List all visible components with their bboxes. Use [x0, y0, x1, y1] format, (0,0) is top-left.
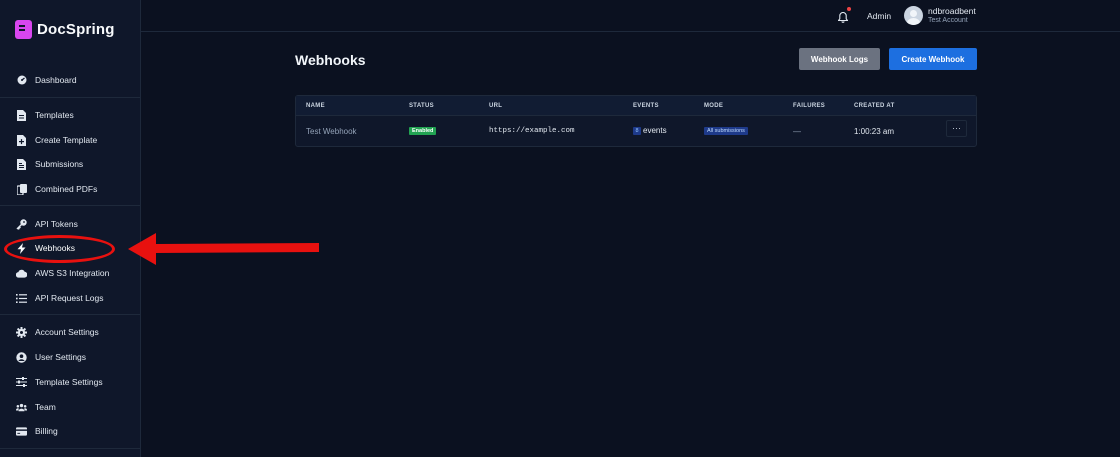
sidebar-item-combined-pdfs[interactable]: Combined PDFs — [0, 178, 140, 200]
file-icon — [16, 109, 27, 121]
sidebar-item-label: Combined PDFs — [35, 184, 98, 194]
sidebar-item-label: Submissions — [35, 159, 84, 169]
sidebar-item-templates[interactable]: Templates — [0, 104, 140, 126]
file-plus-icon — [16, 134, 27, 146]
sidebar-item-api-tokens[interactable]: API Tokens — [0, 213, 140, 235]
created-at-value: 1:00:23 am — [854, 127, 895, 136]
annotation-ellipse — [4, 235, 115, 263]
sidebar-item-label: User Settings — [35, 352, 87, 362]
dashboard-icon — [16, 75, 27, 86]
events-count-badge: 8 — [633, 127, 641, 135]
brand-logo[interactable]: DocSpring — [15, 20, 115, 39]
column-header-name: NAME — [306, 103, 325, 109]
sidebar-item-team[interactable]: Team — [0, 396, 140, 418]
user-name[interactable]: ndbroadbent — [928, 6, 976, 16]
sidebar-item-label: AWS S3 Integration — [35, 268, 110, 278]
page-title: Webhooks — [295, 52, 366, 68]
annotation-arrow-icon — [128, 233, 319, 265]
sidebar-item-dashboard[interactable]: Dashboard — [0, 69, 140, 91]
sidebar-item-user-settings[interactable]: User Settings — [0, 346, 140, 368]
list-icon — [16, 293, 27, 304]
column-header-url: URL — [489, 103, 503, 109]
column-header-created-at: CREATED AT — [854, 103, 895, 109]
sidebar-item-label: Create Template — [35, 135, 98, 145]
sidebar-item-label: Account Settings — [35, 327, 99, 337]
brand-name: DocSpring — [37, 21, 115, 38]
sidebar-item-label: Template Settings — [35, 377, 103, 387]
sidebar-item-label: Team — [35, 402, 56, 412]
column-header-status: STATUS — [409, 103, 434, 109]
mode-badge: All submissions — [704, 127, 748, 135]
users-icon — [16, 402, 27, 413]
top-bar — [141, 0, 1120, 32]
notification-dot — [847, 7, 851, 11]
sidebar-item-label: Dashboard — [35, 75, 77, 85]
credit-card-icon — [16, 426, 27, 437]
webhooks-table: NAME STATUS URL EVENTS MODE FAILURES CRE… — [295, 95, 977, 147]
sidebar-item-api-request-logs[interactable]: API Request Logs — [0, 287, 140, 309]
sidebar-item-submissions[interactable]: Submissions — [0, 153, 140, 175]
create-webhook-button[interactable]: Create Webhook — [889, 48, 977, 70]
avatar[interactable] — [904, 6, 923, 25]
failures-value: — — [793, 127, 801, 136]
webhook-logs-button[interactable]: Webhook Logs — [799, 48, 880, 70]
sidebar-item-template-settings[interactable]: Template Settings — [0, 371, 140, 393]
sliders-icon — [16, 377, 27, 388]
sidebar-divider — [0, 314, 140, 315]
admin-link[interactable]: Admin — [867, 11, 891, 21]
docspring-logo-icon — [15, 20, 32, 39]
events-label: events — [643, 126, 667, 135]
sidebar-item-billing[interactable]: Billing — [0, 420, 140, 442]
key-icon — [16, 218, 27, 230]
cloud-icon — [16, 268, 27, 279]
table-header: NAME STATUS URL EVENTS MODE FAILURES CRE… — [296, 96, 976, 116]
sidebar-divider — [0, 205, 140, 206]
sidebar-item-account-settings[interactable]: Account Settings — [0, 321, 140, 343]
row-actions-button[interactable]: ··· — [946, 120, 967, 137]
column-header-failures: FAILURES — [793, 103, 826, 109]
sidebar-item-label: API Tokens — [35, 219, 78, 229]
sidebar-divider — [0, 448, 140, 449]
user-circle-icon — [16, 351, 27, 363]
sidebar: DocSpring Dashboard Templates Create Tem… — [0, 0, 141, 457]
sidebar-item-label: API Request Logs — [35, 293, 104, 303]
sidebar-item-aws-s3[interactable]: AWS S3 Integration — [0, 262, 140, 284]
gear-icon — [16, 326, 27, 338]
status-badge: Enabled — [409, 127, 437, 135]
files-icon — [16, 158, 27, 170]
column-header-events: EVENTS — [633, 103, 659, 109]
bell-icon[interactable] — [837, 10, 849, 23]
column-header-mode: MODE — [704, 103, 724, 109]
webhook-url: https://example.com — [489, 127, 575, 135]
webhook-name[interactable]: Test Webhook — [306, 127, 357, 136]
sidebar-item-create-template[interactable]: Create Template — [0, 129, 140, 151]
sidebar-item-label: Templates — [35, 110, 74, 120]
sidebar-divider — [0, 97, 140, 98]
user-account: Test Account — [928, 17, 968, 24]
copy-icon — [16, 183, 27, 195]
sidebar-item-label: Billing — [35, 426, 58, 436]
